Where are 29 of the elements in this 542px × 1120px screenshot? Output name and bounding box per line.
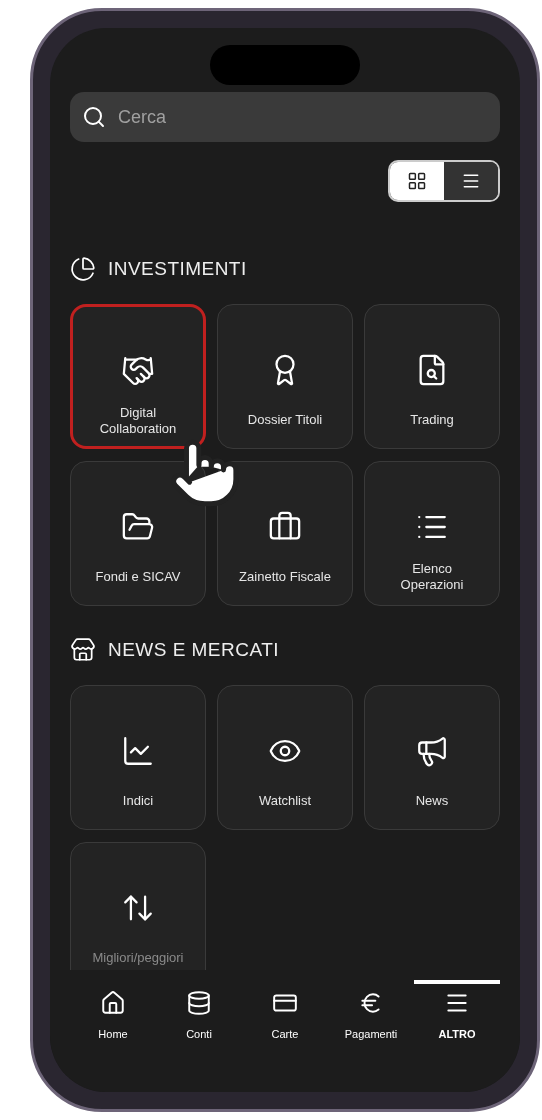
- menu-tile[interactable]: Fondi e SICAV: [70, 461, 206, 606]
- menu-tile[interactable]: Migliori/peggiori: [70, 842, 206, 970]
- nav-tab[interactable]: Conti: [156, 980, 242, 1092]
- menu-tile[interactable]: Dossier Titoli: [217, 304, 353, 449]
- search-input[interactable]: Cerca: [118, 103, 488, 131]
- home-icon: [100, 990, 126, 1016]
- nav-tab[interactable]: Pagamenti: [328, 980, 414, 1092]
- nav-tab[interactable]: Carte: [242, 980, 328, 1092]
- menu-tile[interactable]: News: [364, 685, 500, 830]
- view-toggle-option[interactable]: [444, 162, 498, 200]
- menu-tile[interactable]: Trading: [364, 304, 500, 449]
- section-title: INVESTIMENTI: [108, 256, 247, 281]
- nav-tab[interactable]: Home: [70, 980, 156, 1092]
- menu-tile[interactable]: Indici: [70, 685, 206, 830]
- menu-tile[interactable]: Watchlist: [217, 685, 353, 830]
- grid-icon: [407, 171, 427, 191]
- store-icon: [70, 637, 96, 663]
- megaphone-icon: [415, 734, 449, 768]
- pie-chart-icon: [70, 256, 96, 282]
- line-chart-icon: [121, 734, 155, 768]
- menu-tile[interactable]: Zainetto Fiscale: [217, 461, 353, 606]
- search-icon: [82, 105, 106, 129]
- search-field[interactable]: Cerca: [70, 92, 500, 142]
- menu-tile[interactable]: Elenco Operazioni: [364, 461, 500, 606]
- nav-tab[interactable]: ALTRO: [414, 980, 500, 1092]
- list-icon: [461, 171, 481, 191]
- view-toggle-option[interactable]: [390, 162, 444, 200]
- section-title: NEWS E MERCATI: [108, 637, 279, 662]
- menu-tile[interactable]: Digital Collaboration: [70, 304, 206, 449]
